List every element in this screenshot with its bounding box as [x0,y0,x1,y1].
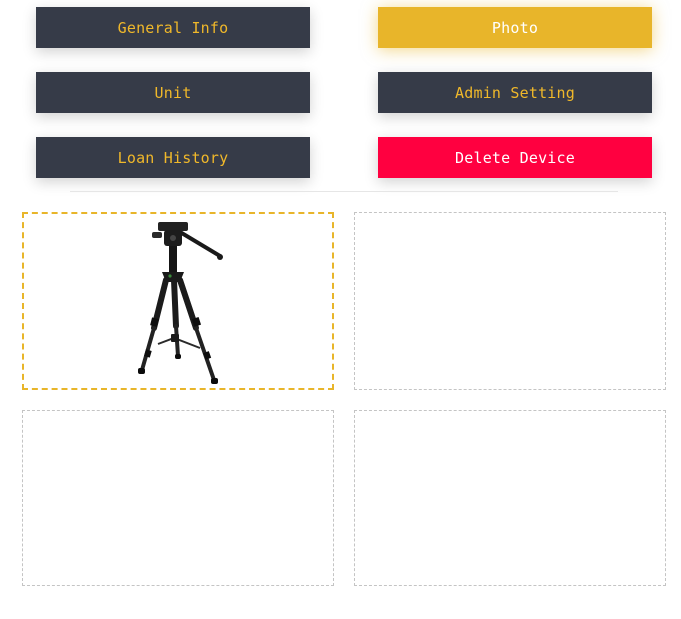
photo-slot-1[interactable] [22,212,334,390]
loan-history-button[interactable]: Loan History [36,137,310,178]
admin-setting-button[interactable]: Admin Setting [378,72,652,113]
photo-slot-4[interactable] [354,410,666,586]
photo-slot-3[interactable] [22,410,334,586]
photo-button[interactable]: Photo [378,7,652,48]
general-info-button[interactable]: General Info [36,7,310,48]
section-divider [70,191,618,192]
photo-slot-2[interactable] [354,212,666,390]
tripod-photo [138,222,223,384]
unit-button[interactable]: Unit [36,72,310,113]
delete-device-button[interactable]: Delete Device [378,137,652,178]
device-detail-page: General Info Photo Unit Admin Setting Lo… [0,0,681,619]
